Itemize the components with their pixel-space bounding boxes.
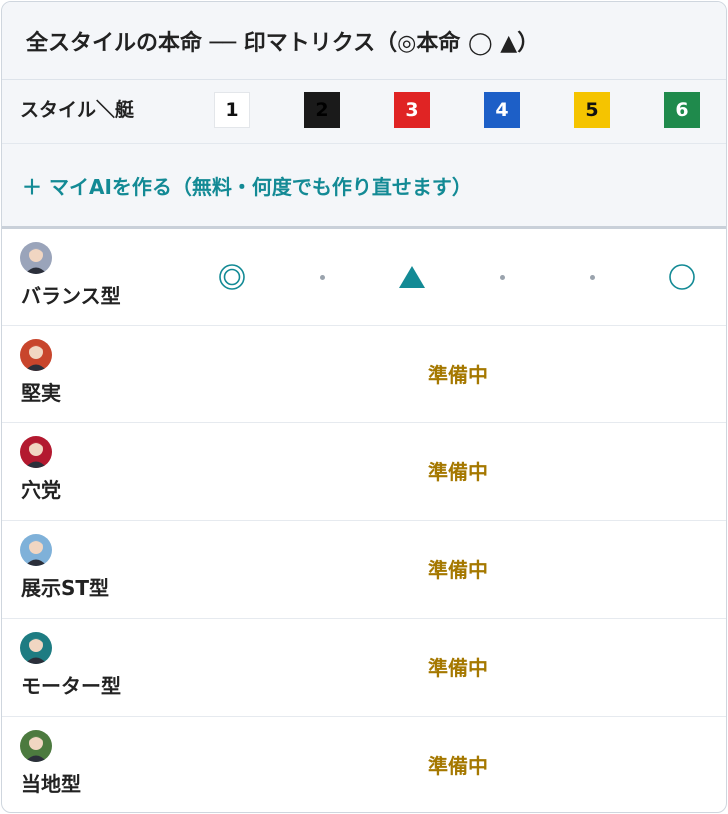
style-row-exhibition-st: 展示ST型 準備中 — [2, 521, 726, 619]
lane-6-badge: 6 — [664, 92, 700, 128]
dot-mark-icon — [482, 263, 522, 291]
status-preparing: 準備中 — [428, 363, 488, 387]
dot-mark-icon — [302, 263, 342, 291]
double-circle-mark-icon — [212, 263, 252, 291]
status-preparing: 準備中 — [428, 656, 488, 680]
style-row-balance: バランス型 — [2, 229, 726, 326]
triangle-mark-icon — [392, 263, 432, 291]
style-row-longshot: 穴党 準備中 — [2, 423, 726, 521]
dot-mark-icon — [572, 263, 612, 291]
style-lane-label: スタイル＼艇 — [20, 99, 135, 121]
avatar — [20, 242, 52, 274]
style-row-motor: モーター型 準備中 — [2, 619, 726, 717]
matrix-header: スタイル＼艇 1 2 3 4 5 6 — [2, 80, 726, 144]
circle-mark-icon — [662, 263, 702, 291]
create-my-ai-link[interactable]: ＋ マイAIを作る（無料・何度でも作り直せます） — [2, 144, 726, 229]
style-row-local: 当地型 準備中 — [2, 717, 726, 812]
style-row-steady: 堅実 準備中 — [2, 326, 726, 423]
mark-matrix-card: 全スタイルの本命 ── 印マトリクス（◎本命 ◯ ▲） スタイル＼艇 1 2 3… — [1, 1, 727, 813]
lane-5-badge: 5 — [574, 92, 610, 128]
status-preparing: 準備中 — [428, 754, 488, 778]
card-title: 全スタイルの本命 ── 印マトリクス（◎本命 ◯ ▲） — [2, 2, 726, 80]
style-name: バランス型 — [21, 284, 121, 308]
lane-4-badge: 4 — [484, 92, 520, 128]
lane-2-badge: 2 — [304, 92, 340, 128]
lane-3-badge: 3 — [394, 92, 430, 128]
status-preparing: 準備中 — [428, 558, 488, 582]
lane-1-badge: 1 — [214, 92, 250, 128]
status-preparing: 準備中 — [428, 460, 488, 484]
